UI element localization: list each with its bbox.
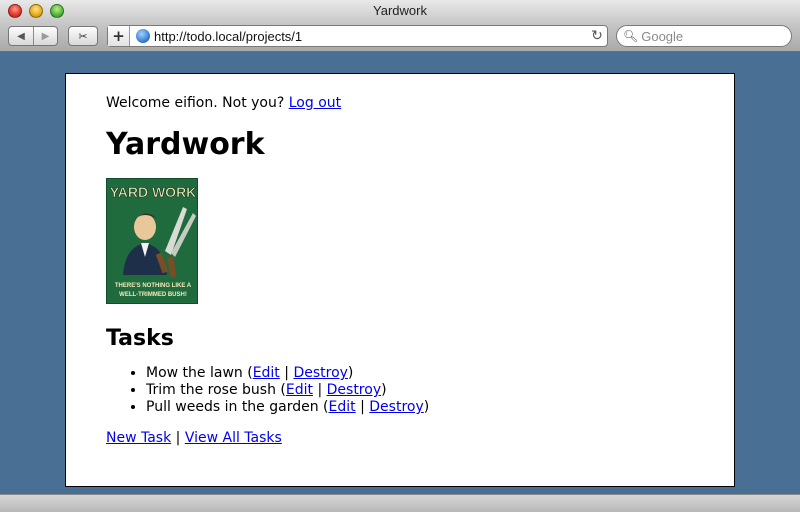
view-all-tasks-link[interactable]: View All Tasks xyxy=(185,430,282,446)
minimize-window-button[interactable] xyxy=(29,4,43,18)
globe-icon xyxy=(136,29,150,43)
search-icon: 🔍︎ xyxy=(623,29,639,43)
url-text[interactable]: http://todo.local/projects/1 xyxy=(154,29,587,44)
destroy-task-link[interactable]: Destroy xyxy=(327,382,381,398)
back-button[interactable]: ◀ xyxy=(9,27,33,45)
window-titlebar: Yardwork xyxy=(0,0,800,22)
poster-tagline-1: THERE'S NOTHING LIKE A xyxy=(115,283,192,289)
close-window-button[interactable] xyxy=(8,4,22,18)
nav-button-group: ◀ ▶ xyxy=(8,26,58,46)
project-image: YARD WORK THERE'S NOTHING LIKE A WELL-TR… xyxy=(106,178,198,304)
project-title: Yardwork xyxy=(106,127,265,162)
status-bar xyxy=(0,494,800,512)
add-bookmark-button[interactable]: + xyxy=(108,26,130,46)
task-name: Trim the rose bush xyxy=(146,382,276,398)
edit-task-link[interactable]: Edit xyxy=(253,365,280,381)
welcome-text: Welcome eifion. Not you? xyxy=(106,95,285,111)
link-separator: | xyxy=(175,430,181,446)
welcome-line: Welcome eifion. Not you? Log out xyxy=(106,95,694,111)
task-name: Mow the lawn xyxy=(146,365,243,381)
poster-tagline-2: WELL-TRIMMED BUSH! xyxy=(119,292,187,298)
browser-toolbar: ◀ ▶ ✂ + http://todo.local/projects/1 ↻ 🔍… xyxy=(0,22,800,52)
zoom-window-button[interactable] xyxy=(50,4,64,18)
scissors-icon: ✂ xyxy=(78,29,88,43)
plus-icon: + xyxy=(112,27,125,45)
forward-arrow-icon: ▶ xyxy=(41,30,50,42)
new-task-link[interactable]: New Task xyxy=(106,430,171,446)
destroy-task-link[interactable]: Destroy xyxy=(293,365,347,381)
edit-task-link[interactable]: Edit xyxy=(329,399,356,415)
list-item: Pull weeds in the garden (Edit | Destroy… xyxy=(146,399,694,416)
task-name: Pull weeds in the garden xyxy=(146,399,319,415)
window-title: Yardwork xyxy=(373,3,427,18)
tasks-heading: Tasks xyxy=(106,326,174,351)
forward-button[interactable]: ▶ xyxy=(33,27,57,45)
search-field[interactable]: 🔍︎ xyxy=(616,25,792,47)
page-content: Welcome eifion. Not you? Log out Yardwor… xyxy=(65,73,735,487)
footer-links: New Task | View All Tasks xyxy=(106,430,694,446)
back-arrow-icon: ◀ xyxy=(17,30,25,42)
yardwork-poster-illustration: YARD WORK THERE'S NOTHING LIKE A WELL-TR… xyxy=(107,179,197,303)
edit-task-link[interactable]: Edit xyxy=(286,382,313,398)
snippet-button[interactable]: ✂ xyxy=(68,26,98,46)
task-list: Mow the lawn (Edit | Destroy) Trim the r… xyxy=(146,365,694,416)
logout-link[interactable]: Log out xyxy=(289,95,341,111)
destroy-task-link[interactable]: Destroy xyxy=(369,399,423,415)
address-bar[interactable]: + http://todo.local/projects/1 ↻ xyxy=(107,25,608,47)
reload-icon[interactable]: ↻ xyxy=(587,28,607,44)
list-item: Trim the rose bush (Edit | Destroy) xyxy=(146,382,694,399)
list-item: Mow the lawn (Edit | Destroy) xyxy=(146,365,694,382)
search-input[interactable] xyxy=(641,28,782,44)
poster-headline: YARD WORK xyxy=(110,184,197,200)
